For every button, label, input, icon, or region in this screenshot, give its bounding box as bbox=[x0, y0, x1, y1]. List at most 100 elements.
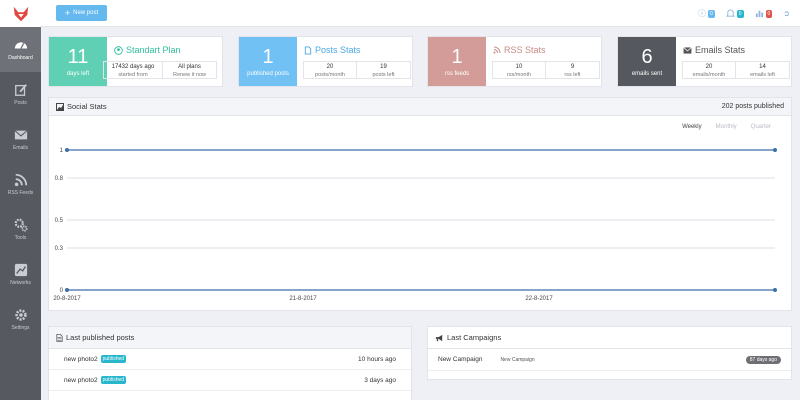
user-circle-icon bbox=[114, 45, 123, 55]
rss-month-cell: 10 rss/month bbox=[492, 61, 546, 79]
stats-button[interactable]: 0 bbox=[755, 9, 773, 18]
sidebar-item-label: Posts bbox=[14, 100, 27, 106]
topbar-icons: ⓘ 0 0 0 ➲ bbox=[698, 8, 790, 19]
posts-left-caption: posts left bbox=[372, 72, 395, 78]
last-campaigns-title: Last Campaigns bbox=[447, 333, 502, 342]
plan-card: 11 days left Standart Plan 17432 days ag… bbox=[48, 36, 223, 87]
posts-published-count: 202 posts published bbox=[721, 103, 784, 110]
social-stats-header: Social Stats 202 posts published bbox=[49, 98, 791, 116]
y-tick-label: 0.5 bbox=[55, 218, 64, 224]
rss-card-summary: 1 rss feeds bbox=[428, 37, 486, 86]
logout-button[interactable]: ➲ bbox=[783, 9, 790, 18]
sidebar: Dashboard Posts Emails RSS Feeds Tools N… bbox=[0, 0, 41, 400]
y-tick-label: 1 bbox=[60, 148, 64, 154]
emails-left-cell: 14 emails left bbox=[736, 61, 790, 79]
file-text-icon bbox=[56, 333, 63, 342]
series-point bbox=[773, 288, 777, 292]
social-stats-title: Social Stats bbox=[67, 102, 107, 111]
stats-badge: 0 bbox=[765, 9, 773, 18]
social-stats-panel: Social Stats 202 posts published Weekly … bbox=[48, 97, 792, 311]
sidebar-item-tools[interactable]: Tools bbox=[0, 207, 41, 252]
published-badge: published bbox=[100, 376, 127, 384]
bullhorn-icon bbox=[435, 334, 443, 341]
rss-feeds-label: rss feeds bbox=[444, 70, 470, 77]
x-tick-label: 21-8-2017 bbox=[289, 296, 317, 302]
sidebar-item-networks[interactable]: Networks bbox=[0, 252, 41, 297]
new-post-button[interactable]: + New post bbox=[56, 5, 107, 21]
plan-started-cell: 17432 days ago started from bbox=[103, 61, 163, 79]
plan-started-caption: started from bbox=[118, 72, 148, 78]
posts-left-value: 19 bbox=[380, 64, 387, 70]
all-plans-link[interactable]: All plans bbox=[163, 63, 216, 71]
app-logo[interactable] bbox=[0, 0, 41, 27]
post-name[interactable]: new photo2 bbox=[64, 377, 98, 384]
new-post-label: New post bbox=[73, 10, 99, 16]
emails-left-caption: emails left bbox=[750, 72, 775, 78]
bell-icon bbox=[725, 9, 735, 17]
emails-sub: 20 emails/month 14 emails left bbox=[682, 61, 790, 79]
rss-left-value: 9 bbox=[570, 64, 575, 70]
posts-title: Posts Stats bbox=[304, 45, 361, 55]
posts-card: 1 published posts Posts Stats 20 posts/m… bbox=[238, 36, 413, 87]
bar-chart-icon bbox=[755, 10, 763, 18]
sidebar-item-label: Settings bbox=[11, 325, 30, 331]
series-point bbox=[773, 148, 777, 152]
rss-icon bbox=[14, 173, 27, 187]
gear-icon bbox=[14, 309, 27, 321]
plan-started-value: 17432 days ago bbox=[111, 64, 155, 70]
posts-left-cell: 19 posts left bbox=[357, 61, 411, 79]
published-posts-value: 1 bbox=[262, 45, 274, 68]
notifications-button[interactable]: 0 bbox=[725, 9, 744, 18]
campaign-name[interactable]: New Campaign bbox=[438, 356, 482, 363]
renew-link[interactable]: Renew it now bbox=[163, 71, 216, 79]
sidebar-item-emails[interactable]: Emails bbox=[0, 117, 41, 162]
post-row[interactable]: new photo2 published 3 days ago bbox=[49, 370, 411, 391]
question-icon: ⓘ bbox=[697, 9, 706, 18]
help-badge: 0 bbox=[707, 9, 715, 18]
emails-card: 6 emails sent Emails Stats 20 emails/mon… bbox=[617, 36, 792, 87]
posts-month-cell: 20 posts/month bbox=[303, 61, 357, 79]
posts-sub: 20 posts/month 19 posts left bbox=[303, 61, 411, 79]
posts-title-text: Posts Stats bbox=[315, 45, 361, 55]
emails-month-value: 20 bbox=[705, 64, 713, 70]
emails-month-caption: emails/month bbox=[692, 72, 726, 78]
dashboard-icon bbox=[14, 42, 27, 49]
plan-title: Standart Plan bbox=[114, 45, 181, 55]
edit-icon bbox=[14, 84, 27, 96]
sidebar-item-posts[interactable]: Posts bbox=[0, 72, 41, 117]
last-campaigns-header: Last Campaigns bbox=[428, 327, 791, 349]
plan-renew-cell[interactable]: All plans Renew it now bbox=[163, 61, 217, 79]
sidebar-item-label: Tools bbox=[14, 235, 27, 241]
sidebar-item-label: RSS Feeds bbox=[7, 190, 34, 196]
rss-card: 1 rss feeds RSS Stats 10 rss/month 9 rss… bbox=[427, 36, 602, 87]
notifications-badge: 0 bbox=[736, 9, 744, 18]
help-button[interactable]: ⓘ 0 bbox=[698, 8, 715, 19]
networks-icon bbox=[14, 263, 27, 277]
sidebar-item-dashboard[interactable]: Dashboard bbox=[0, 27, 41, 72]
plan-title-text: Standart Plan bbox=[126, 45, 181, 55]
post-time: 10 hours ago bbox=[358, 355, 396, 363]
sign-out-icon: ➲ bbox=[783, 9, 790, 18]
sidebar-item-label: Dashboard bbox=[8, 55, 33, 61]
rss-feeds-value: 1 bbox=[451, 45, 463, 68]
emails-title-text: Emails Stats bbox=[695, 45, 746, 55]
emails-month-cell: 20 emails/month bbox=[682, 61, 736, 79]
plan-sub: 17432 days ago started from All plans Re… bbox=[103, 61, 217, 79]
last-posts-header: Last published posts bbox=[49, 327, 411, 349]
days-left-label: days left bbox=[66, 70, 90, 77]
post-row[interactable]: new photo2 published 10 hours ago bbox=[49, 349, 411, 370]
sidebar-item-label: Emails bbox=[12, 145, 28, 151]
days-left-value: 11 bbox=[67, 45, 89, 68]
rss-left-cell: 9 rss left bbox=[546, 61, 600, 79]
envelope-icon bbox=[14, 130, 27, 140]
rss-title: RSS Stats bbox=[493, 45, 546, 55]
topbar: + New post ⓘ 0 0 0 ➲ bbox=[41, 0, 800, 27]
cogs-icon bbox=[14, 218, 28, 232]
sidebar-item-settings[interactable]: Settings bbox=[0, 297, 41, 342]
post-name[interactable]: new photo2 bbox=[64, 356, 98, 363]
sidebar-item-rss-feeds[interactable]: RSS Feeds bbox=[0, 162, 41, 207]
series-point bbox=[65, 148, 69, 152]
plan-card-summary: 11 days left bbox=[49, 37, 107, 86]
campaign-row[interactable]: New Campaign New Campaign 87 days ago bbox=[428, 349, 791, 371]
posts-month-caption: posts/month bbox=[315, 72, 345, 78]
